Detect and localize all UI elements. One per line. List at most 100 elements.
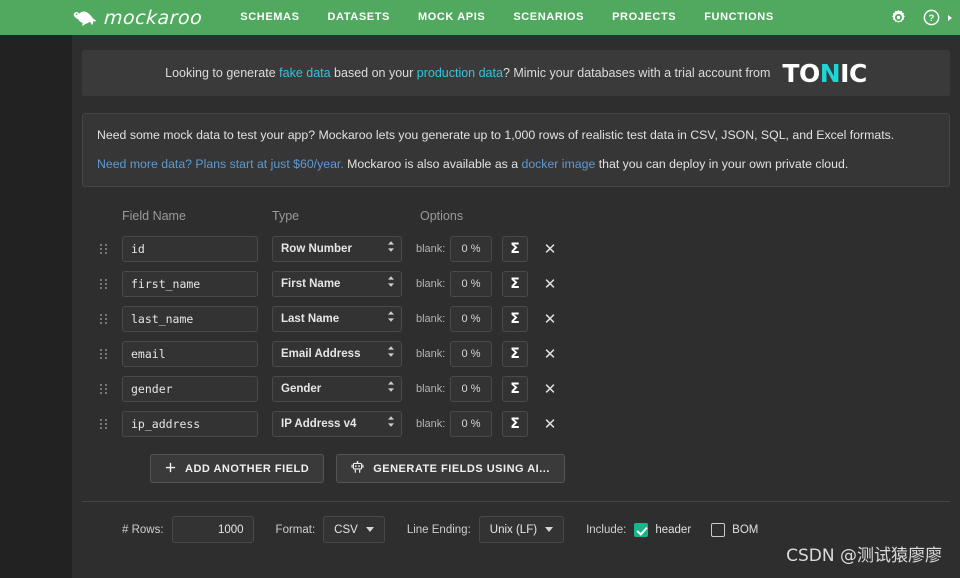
nav-item-scenarios[interactable]: SCENARIOS [499,0,598,35]
drag-handle-icon[interactable] [100,348,122,359]
field-type-value: First Name [272,270,402,297]
chevron-down-icon[interactable] [948,14,952,21]
generate-fields-using-ai-button[interactable]: GENERATE FIELDS USING AI... [336,454,565,484]
field-row: Last Name blank: Σ ✕ [100,301,960,336]
remove-field-button[interactable]: ✕ [538,236,562,262]
help-circle-icon[interactable]: ? [923,9,940,26]
mockaroo-logo[interactable]: mockaroo [72,7,203,29]
nav-item-schemas[interactable]: SCHEMAS [226,0,313,35]
field-actions: ADD ANOTHER FIELD GENERATE FIELDS USING … [100,454,960,484]
field-type-select[interactable]: Last Name [272,305,402,332]
format-dropdown[interactable]: CSV [323,516,385,544]
formula-sigma-button[interactable]: Σ [502,270,528,297]
blank-label: blank: [416,417,446,430]
drag-handle-icon[interactable] [100,243,122,254]
kangaroo-icon [72,8,98,28]
caret-down-icon [365,527,374,533]
blank-percent-input[interactable] [450,305,492,332]
bom-checkbox[interactable] [711,522,726,537]
bom-checkbox-wrapper[interactable]: BOM [711,522,758,537]
field-name-input[interactable] [122,375,258,402]
nav-item-datasets[interactable]: DATASETS [314,0,404,35]
header-checkbox[interactable] [634,522,649,537]
nav-item-projects[interactable]: PROJECTS [598,0,690,35]
blank-label: blank: [416,277,446,290]
header-field-name: Field Name [122,209,186,224]
field-row: Email Address blank: Σ ✕ [100,336,960,371]
remove-field-button[interactable]: ✕ [538,306,562,332]
page-body: Looking to generate fake data based on y… [0,35,960,578]
drag-handle-icon[interactable] [100,383,122,394]
blank-label: blank: [416,347,446,360]
blank-label: blank: [416,242,446,255]
docker-image-link[interactable]: docker image [521,157,595,171]
formula-sigma-button[interactable]: Σ [502,235,528,262]
field-type-value: IP Address v4 [272,410,402,437]
field-name-input[interactable] [122,340,258,367]
watermark: CSDN @测试猿廖廖 [786,546,942,566]
blank-label: blank: [416,312,446,325]
drag-handle-icon[interactable] [100,313,122,324]
tonic-logo-n: N [819,58,841,88]
format-value: CSV [334,523,358,536]
formula-sigma-button[interactable]: Σ [502,375,528,402]
header-checkbox-label: header [655,523,692,536]
header-checkbox-wrapper[interactable]: header [634,522,692,537]
drag-handle-icon[interactable] [100,418,122,429]
field-rows-container: Row Numberblank:Σ✕First Nameblank:Σ✕Last… [100,231,960,441]
field-name-input[interactable] [122,410,258,437]
field-name-input[interactable] [122,270,258,297]
field-type-value: Last Name [272,305,402,332]
formula-sigma-button[interactable]: Σ [502,410,528,437]
remove-field-button[interactable]: ✕ [538,271,562,297]
formula-sigma-button[interactable]: Σ [502,340,528,367]
robot-icon [351,460,364,477]
fake-data-link[interactable]: fake data [279,66,330,80]
include-label: Include: [586,523,627,536]
rows-label: # Rows: [122,523,164,536]
field-type-select[interactable]: First Name [272,270,402,297]
fields-header-row: Field Name Type Options [100,209,960,223]
remove-field-button[interactable]: ✕ [538,411,562,437]
caret-down-icon [545,527,554,533]
nav-items: SCHEMAS DATASETS MOCK APIS SCENARIOS PRO… [226,0,788,35]
info-box: Need some mock data to test your app? Mo… [82,113,950,188]
production-data-link[interactable]: production data [417,66,503,80]
drag-handle-icon[interactable] [100,278,122,289]
field-type-select[interactable]: Email Address [272,340,402,367]
field-type-select[interactable]: Row Number [272,235,402,262]
header-options: Options [420,209,464,224]
blank-percent-input[interactable] [450,235,492,262]
blank-percent-input[interactable] [450,340,492,367]
tonic-promo-banner[interactable]: Looking to generate fake data based on y… [82,50,950,96]
nav-item-functions[interactable]: FUNCTIONS [690,0,788,35]
svg-text:?: ? [929,13,935,23]
field-type-value: Row Number [272,235,402,262]
info-line-2: Need more data? Plans start at just $60/… [97,156,935,173]
field-type-select[interactable]: Gender [272,375,402,402]
rows-input[interactable] [171,516,254,544]
formula-sigma-button[interactable]: Σ [502,305,528,332]
top-navigation-bar: mockaroo SCHEMAS DATASETS MOCK APIS SCEN… [0,0,960,35]
blank-label: blank: [416,382,446,395]
gear-icon[interactable] [890,9,907,26]
add-another-field-button[interactable]: ADD ANOTHER FIELD [150,454,325,484]
line-ending-dropdown[interactable]: Unix (LF) [478,516,565,544]
nav-item-mock-apis[interactable]: MOCK APIS [404,0,499,35]
nav-right-icons: ? [890,0,956,35]
field-type-value: Email Address [272,340,402,367]
remove-field-button[interactable]: ✕ [538,341,562,367]
plans-link[interactable]: Need more data? Plans start at just $60/… [97,157,344,171]
remove-field-button[interactable]: ✕ [538,376,562,402]
field-name-input[interactable] [122,305,258,332]
blank-percent-input[interactable] [450,410,492,437]
generate-fields-using-ai-label: GENERATE FIELDS USING AI... [373,462,550,475]
blank-percent-input[interactable] [450,270,492,297]
field-row: First Name blank: Σ ✕ [100,266,960,301]
blank-percent-input[interactable] [450,375,492,402]
main-content-panel: Looking to generate fake data based on y… [72,35,960,578]
tonic-text-part1: Looking to generate [165,66,280,80]
field-type-select[interactable]: IP Address v4 [272,410,402,437]
tonic-logo-ic: IC [840,58,867,88]
field-name-input[interactable] [122,235,258,262]
